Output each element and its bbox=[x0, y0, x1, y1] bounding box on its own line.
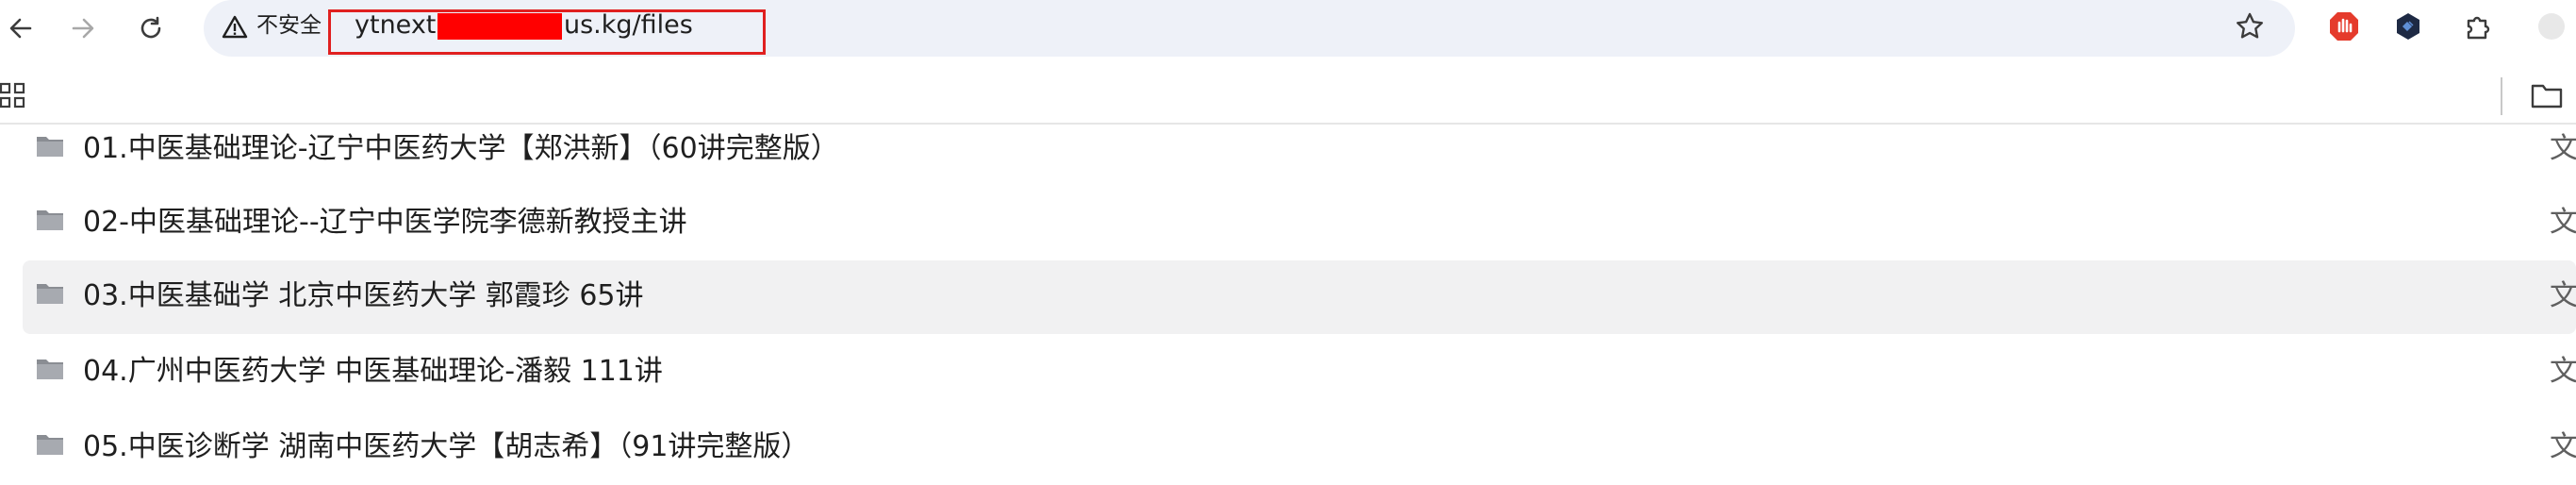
folder-icon bbox=[37, 360, 63, 379]
list-item[interactable]: 05.中医诊断学 湖南中医药大学【胡志希】（91讲完整版） 文 bbox=[23, 411, 2576, 485]
puzzle-icon bbox=[2467, 16, 2490, 40]
folder-icon bbox=[37, 284, 63, 304]
hex-shield-icon bbox=[2397, 13, 2419, 40]
url-prefix[interactable]: ytnext bbox=[355, 11, 436, 40]
file-side-label: 文 bbox=[2550, 206, 2576, 239]
extension-stop-button[interactable] bbox=[2325, 8, 2363, 45]
extensions-button[interactable] bbox=[2459, 8, 2497, 45]
list-item[interactable]: 02-中医基础理论--辽宁中医学院李德新教授主讲 文 bbox=[23, 187, 2576, 260]
file-name[interactable]: 02-中医基础理论--辽宁中医学院李德新教授主讲 bbox=[83, 204, 687, 242]
bookmark-star-button[interactable] bbox=[2231, 8, 2269, 45]
back-button[interactable] bbox=[2, 9, 40, 47]
apps-grid-icon[interactable] bbox=[0, 81, 28, 109]
all-bookmarks-folder-icon[interactable] bbox=[2531, 81, 2563, 109]
url-suffix[interactable]: us.kg/files bbox=[564, 11, 693, 40]
folder-icon bbox=[37, 210, 63, 230]
url-redaction bbox=[438, 13, 562, 40]
bookmarks-divider bbox=[2501, 77, 2502, 115]
profile-button[interactable] bbox=[2536, 8, 2576, 45]
stop-hand-icon bbox=[2330, 12, 2358, 41]
file-side-label: 文 bbox=[2550, 355, 2576, 388]
avatar-icon bbox=[2538, 13, 2565, 40]
folder-icon bbox=[37, 435, 63, 455]
file-name[interactable]: 04.广州中医药大学 中医基础理论-潘毅 111讲 bbox=[83, 353, 663, 391]
file-name[interactable]: 01.中医基础理论-辽宁中医药大学【郑洪新】（60讲完整版） bbox=[83, 130, 839, 168]
warning-triangle-icon[interactable] bbox=[221, 13, 249, 42]
file-name[interactable]: 05.中医诊断学 湖南中医药大学【胡志希】（91讲完整版） bbox=[83, 428, 809, 466]
list-item[interactable]: 04.广州中医药大学 中医基础理论-潘毅 111讲 文 bbox=[23, 336, 2576, 410]
browser-toolbar: 不安全 ytnext us.kg/files bbox=[0, 0, 2576, 57]
list-item[interactable]: 01.中医基础理论-辽宁中医药大学【郑洪新】（60讲完整版） 文 bbox=[23, 113, 2576, 187]
security-status-label[interactable]: 不安全 bbox=[256, 11, 322, 40]
extension-shield-button[interactable] bbox=[2389, 8, 2427, 45]
list-item[interactable]: 03.中医基础学 北京中医药大学 郭霞珍 65讲 文 bbox=[23, 260, 2576, 334]
file-side-label: 文 bbox=[2550, 279, 2576, 312]
file-name[interactable]: 03.中医基础学 北京中医药大学 郭霞珍 65讲 bbox=[83, 277, 644, 315]
arrow-left-icon bbox=[9, 18, 32, 39]
file-side-label: 文 bbox=[2550, 430, 2576, 463]
arrow-right-icon bbox=[72, 18, 94, 39]
forward-button[interactable] bbox=[64, 9, 102, 47]
file-side-label: 文 bbox=[2550, 132, 2576, 165]
reload-icon bbox=[140, 16, 161, 39]
reload-button[interactable] bbox=[132, 9, 170, 47]
folder-icon bbox=[37, 137, 63, 157]
star-icon bbox=[2237, 12, 2263, 39]
